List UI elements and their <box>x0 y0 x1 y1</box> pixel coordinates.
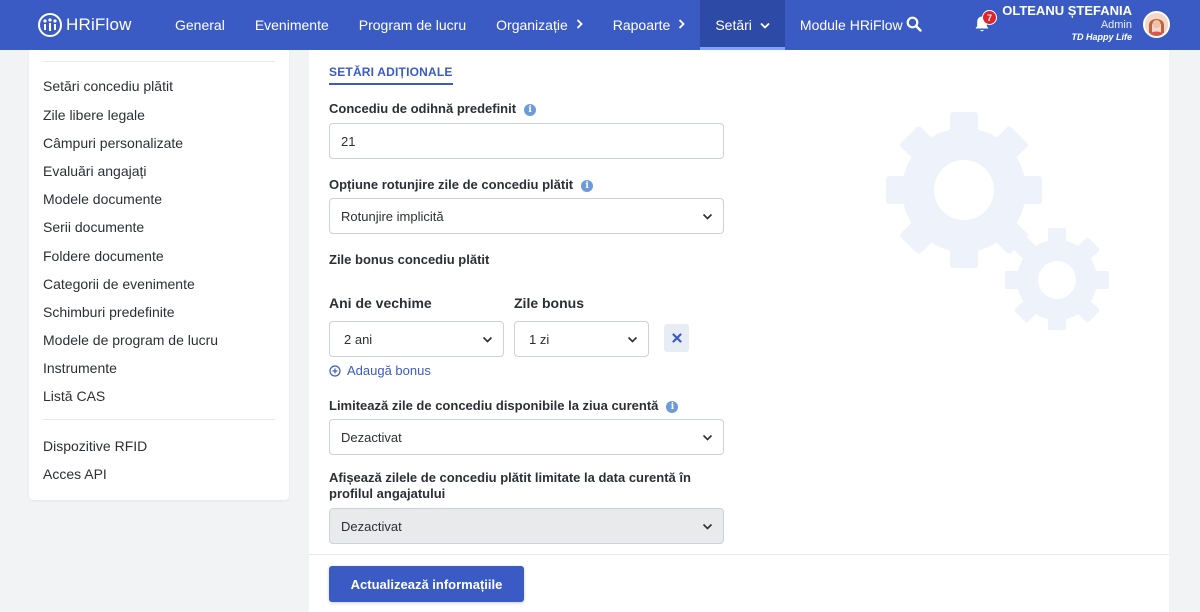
bonus-days-value: 1 zi <box>529 331 550 347</box>
settings-sidebar: Setări concediu plătit Zile libere legal… <box>29 50 289 500</box>
nav-program-de-lucru[interactable]: Program de lucru <box>344 0 481 50</box>
chevron-down-icon <box>702 434 713 441</box>
user-name: OLTEANU ȘTEFANIA <box>1002 3 1132 18</box>
sidebar-item-custom-fields[interactable]: Câmpuri personalizate <box>43 135 183 151</box>
nav-label: Module HRiFlow <box>799 17 903 33</box>
bonus-days-label: Zile bonus concediu plătit <box>329 252 490 267</box>
add-bonus-label: Adaugă bonus <box>347 363 431 378</box>
user-menu[interactable]: OLTEANU ȘTEFANIA Admin TD Happy Life <box>1002 3 1132 42</box>
divider <box>43 419 275 420</box>
sidebar-item-tools[interactable]: Instrumente <box>43 360 117 376</box>
nav-module-hriflow[interactable]: Module HRiFlow <box>785 0 918 50</box>
default-leave-input[interactable]: 21 <box>329 123 724 159</box>
rounding-option-select[interactable]: Rotunjire implicită <box>329 198 724 234</box>
nav-label: Rapoarte <box>612 17 671 33</box>
nav-label: Organizație <box>496 17 568 33</box>
nav-rapoarte[interactable]: Rapoarte <box>598 0 701 50</box>
gears-watermark-icon <box>886 112 1109 330</box>
show-limited-value: Dezactivat <box>341 518 402 534</box>
sidebar-item-legal-holidays[interactable]: Zile libere legale <box>43 107 145 123</box>
brand-logo[interactable]: HRiFlow <box>38 12 132 38</box>
rounding-option-value: Rotunjire implicită <box>341 208 444 224</box>
info-icon[interactable]: i <box>581 180 594 192</box>
sidebar-item-predefined-shifts[interactable]: Schimburi predefinite <box>43 304 175 320</box>
nav-setari[interactable]: Setări <box>700 0 785 50</box>
nav-label: Program de lucru <box>358 17 467 33</box>
nav-general[interactable]: General <box>160 0 240 50</box>
add-bonus-link[interactable]: Adaugă bonus <box>329 363 431 378</box>
notification-badge: 7 <box>982 10 997 25</box>
close-icon <box>671 333 682 343</box>
info-icon[interactable]: i <box>524 104 537 116</box>
limit-current-day-label: Limitează zile de concediu disponibile l… <box>329 398 679 413</box>
sidebar-item-document-templates[interactable]: Modele documente <box>43 191 162 207</box>
user-company: TD Happy Life <box>1071 31 1132 42</box>
sidebar-item-cas-list[interactable]: Listă CAS <box>43 388 105 404</box>
seniority-column-header: Ani de vechime <box>329 295 432 311</box>
update-info-button[interactable]: Actualizează informațiile <box>329 566 524 602</box>
chevron-right-icon <box>576 18 583 32</box>
hriflow-logo-icon <box>38 13 62 37</box>
main-nav: General Evenimente Program de lucru Orga… <box>160 0 918 50</box>
sidebar-item-rfid-devices[interactable]: Dispozitive RFID <box>43 438 147 454</box>
limit-current-day-value: Dezactivat <box>341 429 402 445</box>
sidebar-item-document-series[interactable]: Serii documente <box>43 219 144 235</box>
chevron-down-icon <box>702 213 713 220</box>
sidebar-item-api-access[interactable]: Acces API <box>43 466 107 482</box>
rounding-option-label: Opțiune rotunjire zile de concediu plăti… <box>329 177 594 192</box>
sidebar-item-document-folders[interactable]: Foldere documente <box>43 248 164 264</box>
chevron-down-icon <box>627 336 638 343</box>
chevron-down-icon <box>702 523 713 530</box>
show-limited-label: Afișează zilele de concediu plătit limit… <box>329 470 691 501</box>
bonus-days-column-header: Zile bonus <box>514 295 584 311</box>
section-title: SETĂRI ADIȚIONALE <box>329 65 453 85</box>
nav-organizatie[interactable]: Organizație <box>481 0 598 50</box>
divider <box>43 61 275 62</box>
default-leave-label: Concediu de odihnă predefinit i <box>329 101 537 116</box>
limit-current-day-label-text: Limitează zile de concediu disponibile l… <box>329 398 659 413</box>
user-role: Admin <box>1100 18 1132 31</box>
settings-form-panel: SETĂRI ADIȚIONALE Concediu de odihnă pre… <box>309 50 1169 612</box>
chevron-down-icon <box>760 18 770 32</box>
plus-circle-icon <box>329 364 341 377</box>
search-icon[interactable] <box>906 16 924 34</box>
nav-label: General <box>175 17 225 33</box>
limit-current-day-select[interactable]: Dezactivat <box>329 419 724 455</box>
chevron-down-icon <box>482 336 493 343</box>
divider <box>309 554 1169 555</box>
nav-label: Setări <box>715 17 752 33</box>
nav-label: Evenimente <box>254 17 329 33</box>
brand-name: HRiFlow <box>66 15 132 34</box>
sidebar-item-employee-evaluations[interactable]: Evaluări angajați <box>43 163 147 179</box>
seniority-value: 2 ani <box>344 331 373 347</box>
chevron-right-icon <box>678 18 686 32</box>
info-icon[interactable]: i <box>666 401 679 413</box>
show-limited-select: Dezactivat <box>329 508 724 544</box>
default-leave-value: 21 <box>341 133 356 149</box>
remove-bonus-button[interactable] <box>664 324 689 352</box>
sidebar-item-event-categories[interactable]: Categorii de evenimente <box>43 276 195 292</box>
bonus-days-select[interactable]: 1 zi <box>514 321 649 357</box>
default-leave-label-text: Concediu de odihnă predefinit <box>329 101 517 116</box>
seniority-select[interactable]: 2 ani <box>329 321 504 357</box>
sidebar-item-paid-leave-settings[interactable]: Setări concediu plătit <box>43 78 173 94</box>
top-navbar: HRiFlow General Evenimente Program de lu… <box>0 0 1200 50</box>
rounding-option-label-text: Opțiune rotunjire zile de concediu plăti… <box>329 177 574 192</box>
nav-evenimente[interactable]: Evenimente <box>240 0 344 50</box>
avatar[interactable] <box>1143 11 1170 38</box>
sidebar-item-work-schedule-templates[interactable]: Modele de program de lucru <box>43 332 218 348</box>
